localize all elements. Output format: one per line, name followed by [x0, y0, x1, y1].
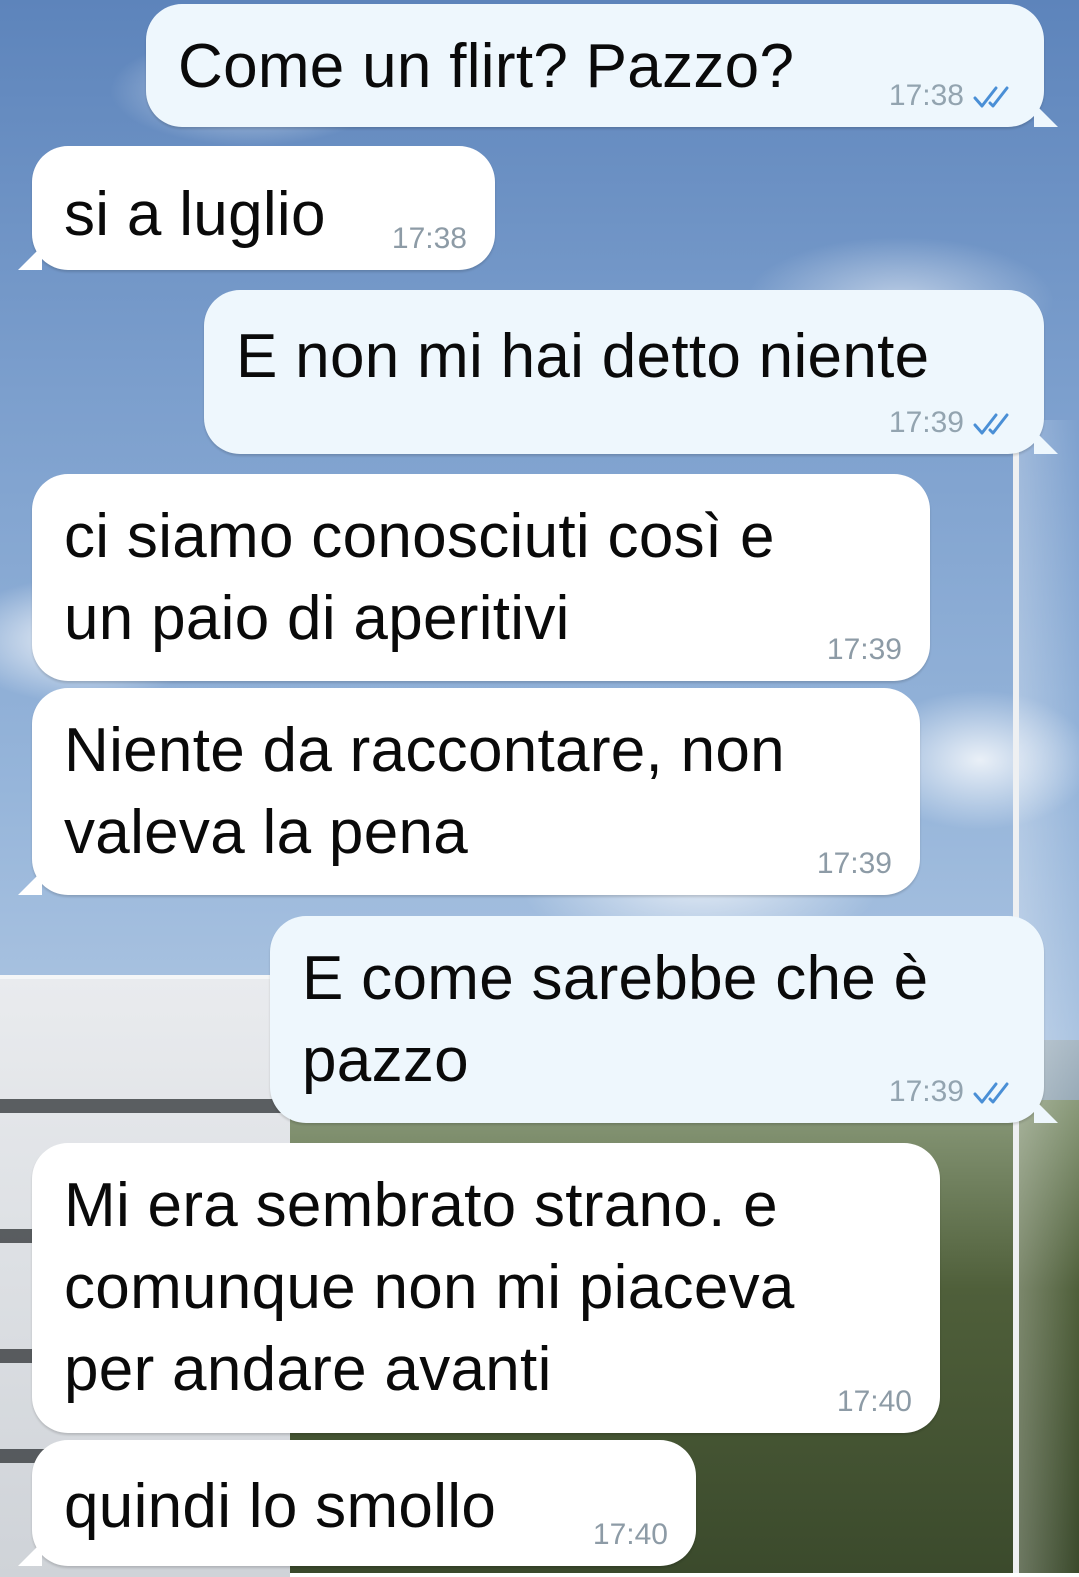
message-list[interactable]: Come un flirt? Pazzo? 17:38 si a luglio … [0, 0, 1079, 1573]
message-time: 17:40 [592, 1518, 668, 1551]
double-check-read-icon [973, 413, 1009, 435]
double-check-read-icon [973, 1082, 1009, 1104]
message-time: 17:39 [888, 1075, 964, 1108]
message-bubble-outgoing[interactable]: E non mi hai detto niente 17:39 [204, 290, 1058, 454]
message-text: E non mi hai detto niente [236, 322, 930, 391]
message-text: ci siamo conosciuti così e un paio di ap… [64, 502, 775, 653]
message-bubble-incoming[interactable]: ci siamo conosciuti così e un paio di ap… [32, 474, 930, 681]
message-time: 17:38 [888, 79, 964, 112]
message-bubble-incoming[interactable]: si a luglio 17:38 [18, 146, 495, 270]
message-time: 17:39 [888, 406, 964, 439]
message-bubble-incoming[interactable]: Mi era sembrato strano. e comunque non m… [32, 1143, 940, 1433]
message-bubble-outgoing[interactable]: Come un flirt? Pazzo? 17:38 [146, 4, 1058, 127]
message-time: 17:38 [391, 222, 467, 255]
message-bubble-outgoing[interactable]: E come sarebbe che è pazzo 17:39 [270, 916, 1058, 1123]
message-text: quindi lo smollo [64, 1472, 497, 1541]
message-bubble-incoming[interactable]: Niente da raccontare, non valeva la pena… [18, 688, 920, 895]
double-check-read-icon [973, 86, 1009, 108]
message-time: 17:39 [826, 633, 902, 666]
message-time: 17:40 [836, 1385, 912, 1418]
message-text: Niente da raccontare, non valeva la pena [64, 716, 785, 867]
message-time: 17:39 [816, 847, 892, 880]
message-text: Mi era sembrato strano. e comunque non m… [64, 1171, 795, 1404]
message-bubble-incoming[interactable]: quindi lo smollo 17:40 [18, 1440, 696, 1566]
